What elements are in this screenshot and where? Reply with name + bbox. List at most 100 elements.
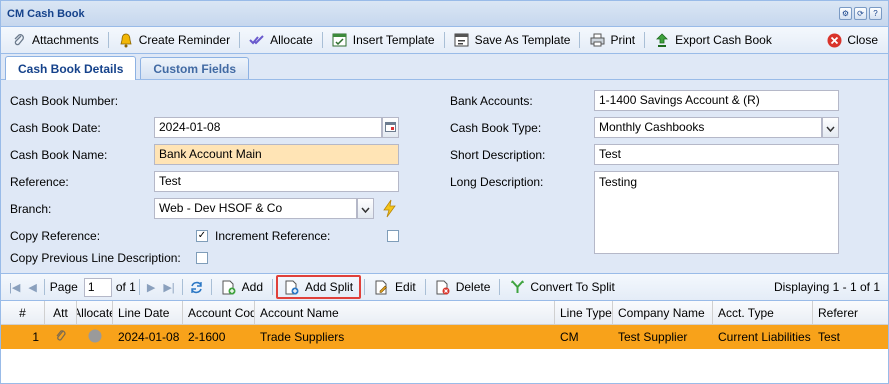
grid-toolbar: |◀ ◀ Page 1 of 1 ▶ ▶| Add Add Split Edit… xyxy=(1,273,888,301)
main-toolbar: Attachments Create Reminder Allocate Ins… xyxy=(1,27,888,54)
template-insert-icon xyxy=(332,32,348,48)
reference-label: Reference: xyxy=(10,175,69,189)
window-title-bar: CM Cash Book ⚙ ⟳ ? xyxy=(1,1,888,27)
chevron-down-icon xyxy=(361,202,370,216)
toolbar-separator xyxy=(644,32,646,48)
toolbar-separator xyxy=(181,279,183,295)
lightning-icon[interactable] xyxy=(382,199,397,221)
toolbar-separator xyxy=(272,279,273,295)
toolbar-separator xyxy=(43,279,45,295)
cash-book-date-label: Cash Book Date: xyxy=(10,121,101,135)
column-header-account-name[interactable]: Account Name xyxy=(255,301,555,324)
add-button[interactable]: Add xyxy=(215,277,269,297)
row-number: 1 xyxy=(32,330,39,344)
column-header-line-type[interactable]: Line Type xyxy=(555,301,613,324)
bank-accounts-label: Bank Accounts: xyxy=(450,94,533,108)
column-header-account-code[interactable]: Account Code xyxy=(183,301,255,324)
close-icon xyxy=(826,32,842,48)
edit-icon xyxy=(374,279,390,295)
copy-previous-line-label: Copy Previous Line Description: xyxy=(10,251,181,265)
tab-cash-book-details[interactable]: Cash Book Details xyxy=(5,56,137,80)
copy-reference-checkbox[interactable]: ✓ xyxy=(196,230,208,242)
cash-book-type-dropdown-button[interactable] xyxy=(822,117,839,138)
toolbar-separator xyxy=(239,32,241,48)
refresh-icon[interactable]: ⟳ xyxy=(854,7,867,20)
delete-icon xyxy=(435,279,451,295)
row-account-name: Trade Suppliers xyxy=(260,330,345,344)
attachments-button[interactable]: Attachments xyxy=(5,30,105,50)
column-header-line-date[interactable]: Line Date xyxy=(113,301,183,324)
export-cash-book-button[interactable]: Export Cash Book xyxy=(648,30,778,50)
cash-book-date-field[interactable]: 2024-01-08 xyxy=(154,117,382,138)
convert-to-split-button[interactable]: Convert To Split xyxy=(503,277,621,297)
long-description-textarea[interactable]: Testing xyxy=(594,171,839,254)
table-row[interactable]: 1 2024-01-08 2-1600 Trade Suppliers CM T… xyxy=(1,325,888,349)
window-title: CM Cash Book xyxy=(7,7,85,20)
double-check-icon xyxy=(249,32,265,48)
reference-field[interactable]: Test xyxy=(154,171,399,192)
paperclip-icon xyxy=(11,32,27,48)
refresh-icon[interactable] xyxy=(189,279,205,295)
add-split-button[interactable]: Add Split xyxy=(276,275,362,299)
chevron-down-icon xyxy=(826,121,835,135)
branch-select[interactable]: Web - Dev HSOF & Co xyxy=(154,198,357,219)
calendar-picker-button[interactable] xyxy=(382,117,399,138)
long-description-label: Long Description: xyxy=(450,175,544,189)
copy-reference-label: Copy Reference: xyxy=(10,229,101,243)
row-attachment[interactable] xyxy=(45,325,77,349)
paperclip-icon xyxy=(55,329,67,346)
cash-book-details-form: Cash Book Number: Cash Book Date: 2024-0… xyxy=(1,80,888,268)
tab-custom-fields[interactable]: Custom Fields xyxy=(140,57,250,79)
close-button[interactable]: Close xyxy=(820,30,884,50)
create-reminder-button[interactable]: Create Reminder xyxy=(112,30,236,50)
copy-previous-line-checkbox[interactable] xyxy=(196,252,208,264)
grid-header: # Att Allocate Line Date Account Code Ac… xyxy=(1,301,888,325)
page-number-input[interactable]: 1 xyxy=(83,277,112,297)
page-label: Page xyxy=(49,280,78,294)
column-header-reference[interactable]: Referer xyxy=(813,301,888,324)
delete-button[interactable]: Delete xyxy=(429,277,497,297)
toolbar-separator xyxy=(107,32,109,48)
first-page-button[interactable]: |◀ xyxy=(5,281,24,294)
cash-book-type-label: Cash Book Type: xyxy=(450,121,542,135)
column-header-number[interactable]: # xyxy=(1,301,45,324)
toolbar-separator xyxy=(579,32,581,48)
cash-book-type-select[interactable]: Monthly Cashbooks xyxy=(594,117,822,138)
print-button[interactable]: Print xyxy=(583,30,641,50)
bank-accounts-field[interactable]: 1-1400 Savings Account & (R) xyxy=(594,90,839,111)
column-header-allocate[interactable]: Allocate xyxy=(77,301,113,324)
displaying-count: Displaying 1 - 1 of 1 xyxy=(773,280,880,294)
convert-split-icon xyxy=(509,279,525,295)
toolbar-separator xyxy=(321,32,323,48)
column-header-att[interactable]: Att xyxy=(45,301,77,324)
row-acct-type: Current Liabilities xyxy=(718,330,811,344)
next-page-button[interactable]: ▶ xyxy=(143,281,159,294)
column-header-company-name[interactable]: Company Name xyxy=(613,301,713,324)
cash-book-name-field[interactable]: Bank Account Main xyxy=(154,144,399,165)
insert-template-button[interactable]: Insert Template xyxy=(326,30,441,50)
branch-dropdown-button[interactable] xyxy=(357,198,374,219)
bell-icon xyxy=(118,32,134,48)
calendar-icon xyxy=(385,121,396,135)
toolbar-separator xyxy=(138,279,140,295)
branch-label: Branch: xyxy=(10,202,52,216)
allocate-button[interactable]: Allocate xyxy=(243,30,319,50)
row-reference: Test xyxy=(818,330,841,344)
edit-button[interactable]: Edit xyxy=(368,277,422,297)
save-as-template-button[interactable]: Save As Template xyxy=(448,30,577,50)
increment-reference-label: Increment Reference: xyxy=(215,229,331,243)
column-header-acct-type[interactable]: Acct. Type xyxy=(713,301,813,324)
increment-reference-checkbox[interactable] xyxy=(387,230,399,242)
toolbar-separator xyxy=(499,279,501,295)
row-company-name: Test Supplier xyxy=(618,330,688,344)
help-icon[interactable]: ? xyxy=(869,7,882,20)
short-description-label: Short Description: xyxy=(450,148,546,162)
gear-icon[interactable]: ⚙ xyxy=(839,7,852,20)
last-page-button[interactable]: ▶| xyxy=(159,281,178,294)
row-line-date: 2024-01-08 xyxy=(118,330,180,344)
prev-page-button[interactable]: ◀ xyxy=(24,281,40,294)
row-allocate[interactable] xyxy=(77,325,113,349)
printer-icon xyxy=(589,32,605,48)
short-description-field[interactable]: Test xyxy=(594,144,839,165)
toolbar-separator xyxy=(443,32,445,48)
